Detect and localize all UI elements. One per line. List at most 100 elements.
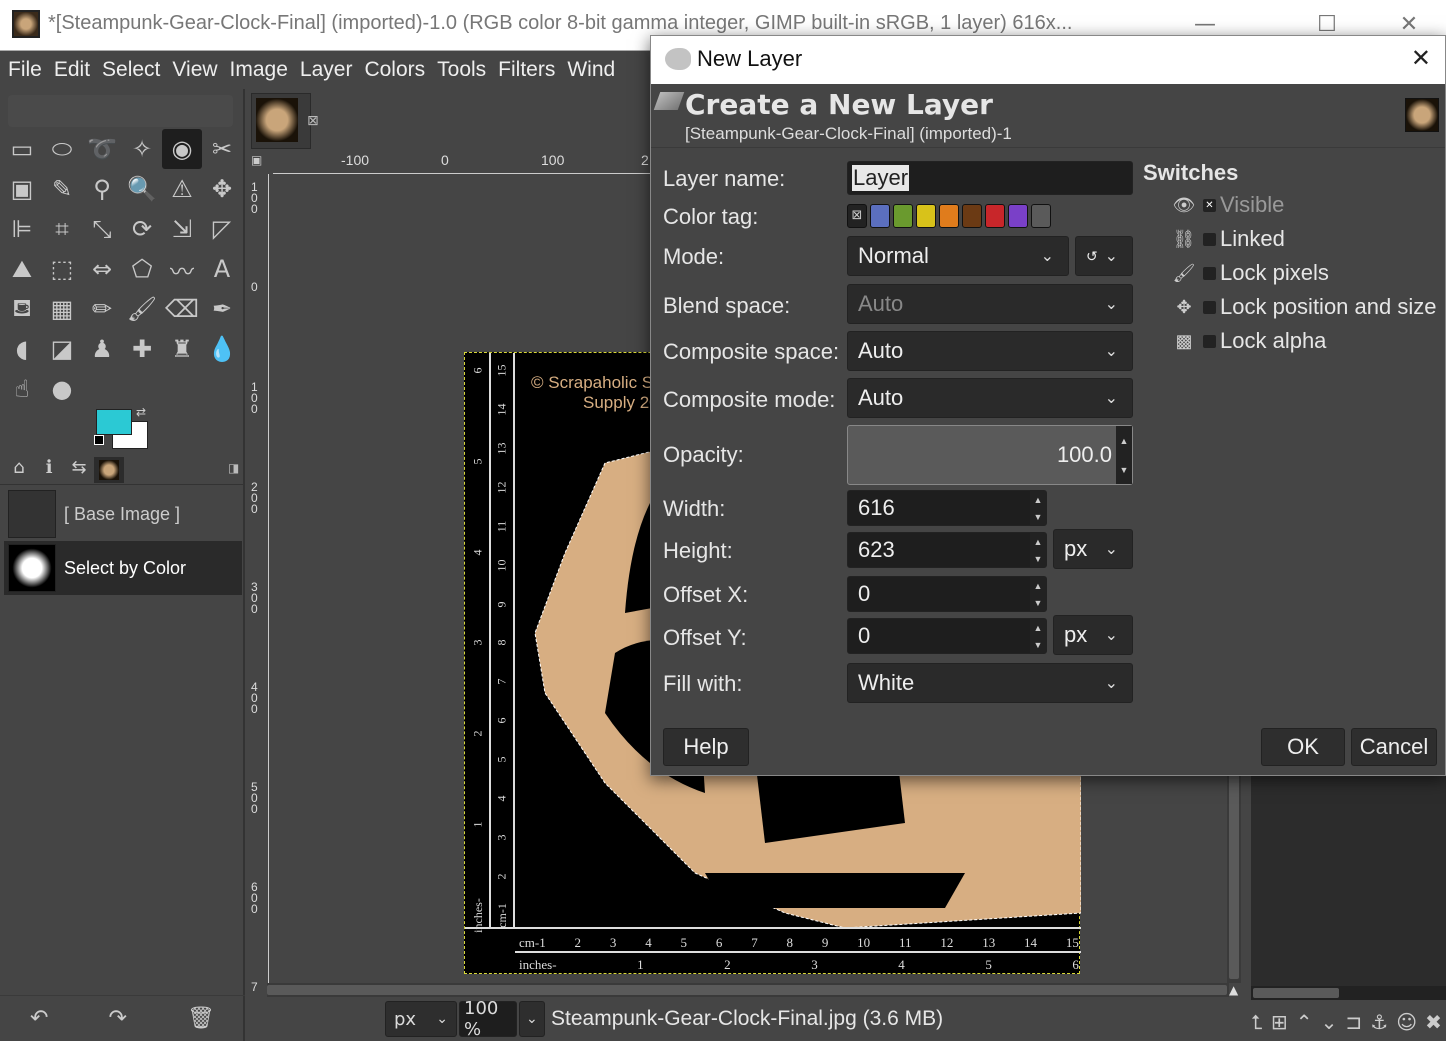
menu-image[interactable]: Image bbox=[230, 58, 288, 82]
tool-blur-sharpen[interactable]: 💧 bbox=[202, 329, 242, 369]
zoom-input[interactable]: 100 % bbox=[459, 998, 517, 1040]
menu-file[interactable]: File bbox=[8, 58, 42, 82]
blend-space-select[interactable]: Auto ⌄ bbox=[847, 284, 1133, 324]
tool-color-picker[interactable]: ⚲ bbox=[82, 169, 122, 209]
vertical-ruler[interactable]: 100 0 100 200 300 400 500 600 7 bbox=[247, 174, 269, 993]
fill-with-select[interactable]: White ⌄ bbox=[847, 663, 1133, 703]
spin-down-icon[interactable]: ▼ bbox=[1034, 512, 1043, 522]
new-layer-icon[interactable]: ⊞ bbox=[1271, 1010, 1288, 1034]
lock-pixels-checkbox[interactable] bbox=[1203, 266, 1216, 280]
spin-down-icon[interactable]: ▼ bbox=[1034, 598, 1043, 608]
redo-icon[interactable]: ↷ bbox=[109, 1006, 127, 1031]
height-input[interactable]: 623 ▲ ▼ bbox=[847, 532, 1047, 568]
menu-filters[interactable]: Filters bbox=[498, 58, 555, 82]
switch-linked[interactable]: ⛓ Linked bbox=[1171, 224, 1285, 254]
spin-down-icon[interactable]: ▼ bbox=[1120, 465, 1129, 475]
tool-eraser[interactable]: ⌫ bbox=[162, 289, 202, 329]
unit-select[interactable]: px ⌄ bbox=[385, 1001, 457, 1037]
foreground-color-swatch[interactable] bbox=[96, 409, 132, 435]
clear-history-icon[interactable]: 🗑 bbox=[187, 1006, 215, 1031]
opacity-slider[interactable]: 100.0 ▲ ▼ bbox=[847, 425, 1133, 485]
raise-layer-icon[interactable]: ⌃ bbox=[1296, 1010, 1313, 1034]
color-tag-swatch[interactable] bbox=[893, 204, 913, 228]
switch-lock-alpha[interactable]: ▩ Lock alpha bbox=[1171, 326, 1326, 356]
offset-x-input[interactable]: 0 ▲ ▼ bbox=[847, 576, 1047, 612]
color-tag-swatch[interactable] bbox=[985, 204, 1005, 228]
spin-up-icon[interactable]: ▲ bbox=[1034, 581, 1043, 591]
cancel-button[interactable]: Cancel bbox=[1351, 728, 1437, 766]
tab-tool-options[interactable]: ⌂ bbox=[4, 457, 34, 483]
tool-free-select[interactable]: ➰ bbox=[82, 129, 122, 169]
zoom-dropdown[interactable]: ⌄ bbox=[519, 1001, 545, 1037]
tool-mypaint-brush[interactable]: ◪ bbox=[42, 329, 82, 369]
ok-button[interactable]: OK bbox=[1261, 728, 1345, 766]
tab-images[interactable] bbox=[94, 457, 124, 483]
spin-down-icon[interactable]: ▼ bbox=[1034, 640, 1043, 650]
horizontal-scroll-thumb[interactable] bbox=[267, 985, 1227, 995]
quick-mask-toggle-icon[interactable]: ▣ bbox=[251, 153, 262, 167]
tool-clone[interactable]: ♟ bbox=[82, 329, 122, 369]
tool-flip[interactable]: ⇔ bbox=[82, 249, 122, 289]
spin-up-icon[interactable]: ▲ bbox=[1120, 436, 1129, 446]
width-spin-buttons[interactable]: ▲ ▼ bbox=[1030, 491, 1046, 525]
offset-unit-select[interactable]: px ⌄ bbox=[1053, 615, 1133, 655]
tool-warp-transform[interactable]: ⛰ bbox=[2, 249, 42, 289]
tool-ellipse-select[interactable]: ⬭ bbox=[42, 129, 82, 169]
color-tag-none[interactable]: ⊠ bbox=[847, 204, 867, 228]
tool-smudge[interactable]: ☝ bbox=[2, 369, 42, 409]
offset-x-spin-buttons[interactable]: ▲ ▼ bbox=[1030, 577, 1046, 611]
spin-up-icon[interactable]: ▲ bbox=[1034, 537, 1043, 547]
tool-crop[interactable]: ⌗ bbox=[42, 209, 82, 249]
composite-space-select[interactable]: Auto ⌄ bbox=[847, 331, 1133, 371]
spin-up-icon[interactable]: ▲ bbox=[1034, 495, 1043, 505]
tool-fuzzy-select[interactable]: ✧ bbox=[122, 129, 162, 169]
menu-layer[interactable]: Layer bbox=[300, 58, 353, 82]
menu-select[interactable]: Select bbox=[102, 58, 160, 82]
color-tag-swatch[interactable] bbox=[1008, 204, 1028, 228]
lock-position-checkbox[interactable] bbox=[1203, 300, 1216, 314]
tool-zoom[interactable]: 🔍 bbox=[122, 169, 162, 209]
horizontal-scrollbar[interactable] bbox=[267, 983, 1229, 997]
delete-layer-icon[interactable]: ✖ bbox=[1425, 1010, 1442, 1034]
list-item[interactable]: [ Base Image ] bbox=[4, 487, 242, 541]
spin-down-icon[interactable]: ▼ bbox=[1034, 554, 1043, 564]
tool-foreground-select[interactable]: ▣ bbox=[2, 169, 42, 209]
tool-gradient[interactable]: ▦ bbox=[42, 289, 82, 329]
tool-cage-transform[interactable]: ⬠ bbox=[122, 249, 162, 289]
visible-checkbox[interactable]: ✕ bbox=[1203, 198, 1216, 212]
tool-rect-select[interactable]: ▭ bbox=[2, 129, 42, 169]
menu-edit[interactable]: Edit bbox=[54, 58, 90, 82]
tool-airbrush[interactable]: ✒ bbox=[202, 289, 242, 329]
tool-3d-transform[interactable]: ⬚ bbox=[42, 249, 82, 289]
layer-name-input[interactable]: Layer bbox=[847, 161, 1133, 195]
lower-layer-icon[interactable]: ⌄ bbox=[1321, 1010, 1338, 1034]
duplicate-layer-icon[interactable]: ⊐ bbox=[1345, 1010, 1362, 1034]
mode-group-select[interactable]: ↺ ⌄ bbox=[1075, 236, 1133, 276]
width-input[interactable]: 616 ▲ ▼ bbox=[847, 490, 1047, 526]
image-tab[interactable] bbox=[251, 93, 311, 149]
offset-y-spin-buttons[interactable]: ▲ ▼ bbox=[1030, 619, 1046, 653]
menu-view[interactable]: View bbox=[172, 58, 217, 82]
tool-paths[interactable]: ✎ bbox=[42, 169, 82, 209]
mode-select[interactable]: Normal ⌄ bbox=[847, 236, 1069, 276]
tool-scale[interactable]: ⇲ bbox=[162, 209, 202, 249]
tool-select-by-color[interactable]: ◉ bbox=[162, 129, 202, 169]
tool-paintbrush[interactable]: 🖌 bbox=[122, 289, 162, 329]
layer-group-icon[interactable]: ⮤ bbox=[1251, 1010, 1263, 1034]
tool-heal[interactable]: ✚ bbox=[122, 329, 162, 369]
tool-unified-transform[interactable]: ⤡ bbox=[82, 209, 122, 249]
height-spin-buttons[interactable]: ▲ ▼ bbox=[1030, 533, 1046, 567]
layers-scroll-thumb[interactable] bbox=[1253, 988, 1339, 998]
spin-up-icon[interactable]: ▲ bbox=[1034, 623, 1043, 633]
anchor-layer-icon[interactable]: ⚓ bbox=[1370, 1010, 1388, 1034]
size-unit-select[interactable]: px ⌄ bbox=[1053, 529, 1133, 569]
menu-tools[interactable]: Tools bbox=[437, 58, 486, 82]
offset-y-input[interactable]: 0 ▲ ▼ bbox=[847, 618, 1047, 654]
composite-mode-select[interactable]: Auto ⌄ bbox=[847, 378, 1133, 418]
layers-list[interactable] bbox=[1251, 770, 1446, 986]
tool-perspective-clone[interactable]: ♜ bbox=[162, 329, 202, 369]
menu-colors[interactable]: Colors bbox=[364, 58, 425, 82]
color-tag-swatch[interactable] bbox=[870, 204, 890, 228]
switch-lock-pixels[interactable]: 🖌 Lock pixels bbox=[1171, 258, 1329, 288]
opacity-spin-buttons[interactable]: ▲ ▼ bbox=[1116, 426, 1132, 484]
